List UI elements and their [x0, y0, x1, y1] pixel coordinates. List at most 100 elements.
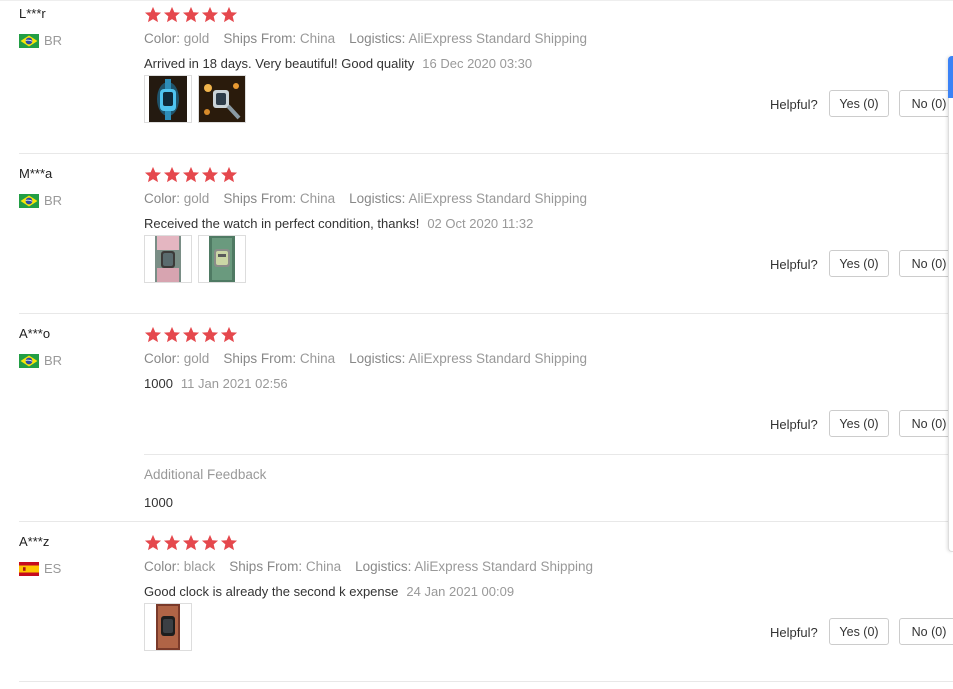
star-icon — [144, 534, 162, 551]
helpful-yes-button[interactable]: Yes (0) — [829, 618, 889, 645]
star-rating — [144, 6, 238, 23]
color-value: gold — [183, 191, 210, 206]
ships-from-value: China — [305, 559, 342, 574]
country-code: BR — [44, 33, 63, 48]
star-icon — [144, 6, 162, 23]
star-icon — [144, 166, 162, 183]
order-attributes: Color: gold Ships From: China Logistics: A… — [144, 191, 587, 206]
star-icon — [182, 534, 200, 551]
helpful-no-button[interactable]: No (0) — [899, 90, 953, 117]
country-code: BR — [44, 353, 63, 368]
star-rating — [144, 326, 238, 343]
review-text: 1000 11 Jan 2021 02:56 — [144, 376, 288, 391]
color-value: gold — [183, 351, 210, 366]
helpful-no-button[interactable]: No (0) — [899, 410, 953, 437]
order-attributes: Color: black Ships From: China Logistics: … — [144, 559, 593, 574]
star-rating — [144, 166, 238, 183]
star-icon — [182, 6, 200, 23]
review-item: L***r BR Color: gold Ships From: China Logis… — [0, 0, 953, 154]
review-body: Good clock is already the second k expen… — [144, 584, 399, 599]
review-photo-watch-on-wrist[interactable] — [144, 235, 192, 283]
ships-from-value: China — [299, 31, 336, 46]
review-divider — [19, 313, 953, 314]
review-text: Good clock is already the second k expen… — [144, 584, 514, 599]
reviewer-country: BR — [19, 353, 62, 368]
star-icon — [182, 326, 200, 343]
reviewer-name: M***a — [19, 166, 53, 181]
reviewer-name: L***r — [19, 6, 46, 21]
star-icon — [163, 6, 181, 23]
review-photo-black-watch[interactable] — [144, 603, 192, 651]
review-photos — [144, 603, 192, 651]
review-item: M***a BR Color: gold Ships From: China Logis… — [0, 160, 953, 314]
logistics-value: AliExpress Standard Shipping — [414, 559, 594, 574]
reviewer-name: A***o — [19, 326, 51, 341]
logistics-value: AliExpress Standard Shipping — [408, 31, 588, 46]
star-icon — [220, 326, 238, 343]
ships-from-label: Ships From: — [223, 191, 297, 206]
star-icon — [144, 326, 162, 343]
star-rating — [144, 534, 238, 551]
ships-from-value: China — [299, 191, 336, 206]
brazil-flag-icon — [19, 33, 39, 48]
review-date: 11 Jan 2021 02:56 — [180, 376, 288, 391]
reviewer-country: ES — [19, 561, 61, 576]
country-code: BR — [44, 193, 63, 208]
star-icon — [201, 326, 219, 343]
review-divider — [19, 153, 953, 154]
review-date: 02 Oct 2020 11:32 — [427, 216, 534, 231]
review-photo-watch-with-lights[interactable] — [198, 75, 246, 123]
star-icon — [163, 166, 181, 183]
brazil-flag-icon — [19, 353, 39, 368]
review-photo-watch-screen[interactable] — [198, 235, 246, 283]
review-body: Received the watch in perfect condition,… — [144, 216, 420, 231]
color-label: Color: — [144, 351, 181, 366]
additional-feedback-title: Additional Feedback — [144, 467, 267, 482]
ships-from-label: Ships From: — [223, 31, 297, 46]
color-label: Color: — [144, 191, 181, 206]
logistics-value: AliExpress Standard Shipping — [408, 351, 588, 366]
review-photos — [144, 75, 246, 123]
star-icon — [201, 166, 219, 183]
reviewer-country: BR — [19, 193, 62, 208]
additional-feedback-text: 1000 — [144, 495, 173, 510]
helpful-yes-button[interactable]: Yes (0) — [829, 410, 889, 437]
star-icon — [201, 6, 219, 23]
review-item: A***o BR Color: gold Ships From: China Logis… — [0, 320, 953, 522]
color-label: Color: — [144, 31, 181, 46]
review-divider — [19, 521, 953, 522]
logistics-label: Logistics: — [349, 351, 406, 366]
helpful-yes-button[interactable]: Yes (0) — [829, 250, 889, 277]
logistics-label: Logistics: — [349, 31, 406, 46]
spain-flag-icon — [19, 561, 39, 576]
review-body: Arrived in 18 days. Very beautiful! Good… — [144, 56, 415, 71]
helpful-no-button[interactable]: No (0) — [899, 250, 953, 277]
feedback-divider — [144, 454, 953, 455]
star-icon — [220, 6, 238, 23]
logistics-value: AliExpress Standard Shipping — [408, 191, 588, 206]
review-date: 24 Jan 2021 00:09 — [406, 584, 515, 599]
review-photo-glowing-watch[interactable] — [144, 75, 192, 123]
brazil-flag-icon — [19, 193, 39, 208]
star-icon — [182, 166, 200, 183]
helpful-no-button[interactable]: No (0) — [899, 618, 953, 645]
order-attributes: Color: gold Ships From: China Logistics: A… — [144, 351, 587, 366]
color-value: gold — [183, 31, 210, 46]
reviewer-name: A***z — [19, 534, 50, 549]
helpful-label: Helpful? — [770, 97, 818, 112]
review-text: Arrived in 18 days. Very beautiful! Good… — [144, 56, 532, 71]
review-text: Received the watch in perfect condition,… — [144, 216, 533, 231]
helpful-label: Helpful? — [770, 625, 818, 640]
helpful-yes-button[interactable]: Yes (0) — [829, 90, 889, 117]
order-attributes: Color: gold Ships From: China Logistics: A… — [144, 31, 587, 46]
ships-from-value: China — [299, 351, 336, 366]
reviewer-country: BR — [19, 33, 62, 48]
country-code: ES — [44, 561, 62, 576]
review-divider — [19, 681, 953, 682]
side-panel[interactable] — [948, 56, 953, 552]
ships-from-label: Ships From: — [223, 351, 297, 366]
review-body: 1000 — [144, 376, 173, 391]
review-item: A***z ES Color: black Ships From: China Logi… — [0, 528, 953, 682]
star-icon — [201, 534, 219, 551]
star-icon — [220, 534, 238, 551]
